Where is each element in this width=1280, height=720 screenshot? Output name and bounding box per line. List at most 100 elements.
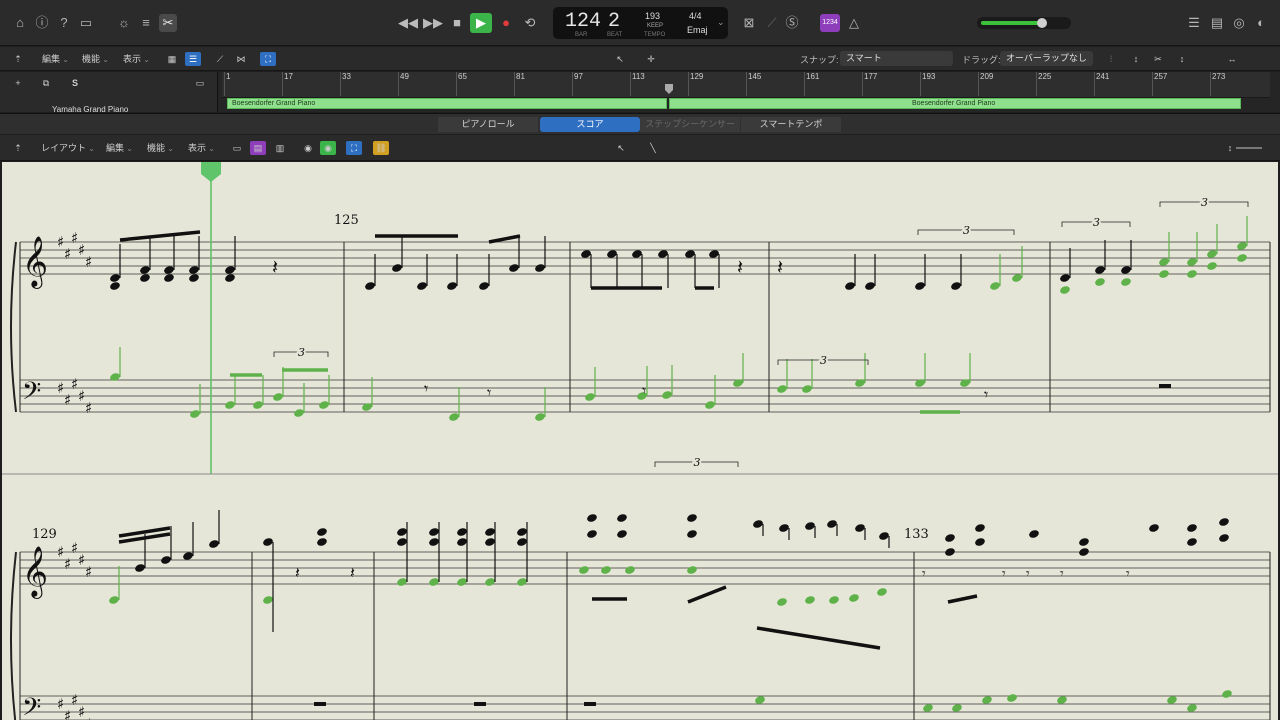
metronome-icon[interactable]: △ — [845, 14, 863, 32]
note-head — [397, 578, 407, 586]
add-track-icon[interactable]: + — [10, 76, 26, 90]
mixer-icon[interactable]: ≡ — [137, 14, 155, 32]
note-head — [945, 534, 955, 542]
up-arrow-icon[interactable]: ⇡ — [10, 52, 26, 66]
note-beam — [687, 585, 727, 604]
key-signature-sharp: ♯ — [64, 245, 71, 263]
cycle-icon[interactable]: ⟲ — [521, 13, 539, 33]
bar-ruler[interactable]: 1 17 33 49 65 81 97 113 129 145 161 177 193 209 225 241… — [222, 72, 1270, 98]
midi-out-icon[interactable]: ◉ — [320, 141, 336, 155]
note-head — [777, 598, 787, 606]
tuplet-label: 3 — [963, 224, 970, 237]
note-head — [517, 538, 527, 546]
score-functions-menu[interactable]: 機能 — [147, 141, 174, 155]
duplicate-track-icon[interactable]: ⧉ — [38, 76, 54, 90]
marquee-tool-icon[interactable]: ✛ — [643, 52, 659, 66]
tab-smart-tempo[interactable]: スマートテンポ — [741, 117, 841, 132]
key-signature-sharp: ♯ — [64, 391, 71, 409]
height-zoom-icon[interactable]: ↕ — [1174, 52, 1190, 66]
grid-view-icon[interactable]: ▦ — [164, 52, 180, 66]
note-head — [429, 528, 439, 536]
stop-icon[interactable]: ■ — [449, 13, 465, 33]
tab-piano-roll[interactable]: ピアノロール — [438, 117, 538, 132]
up-arrow-icon[interactable]: ⇡ — [10, 141, 26, 155]
key-signature-sharp: ♯ — [85, 715, 92, 720]
vertical-zoom-icon[interactable]: ↕ — [1128, 52, 1144, 66]
waveform-zoom-icon[interactable]: ⫶ — [1103, 52, 1119, 66]
lcd-chevron-icon[interactable]: ⌄ — [717, 17, 725, 28]
edit-menu[interactable]: 編集 — [42, 52, 69, 66]
solo-icon[interactable]: Ⓢ — [783, 14, 801, 32]
volume-knob[interactable] — [1037, 18, 1047, 28]
midi-in-icon[interactable]: ◉ — [300, 141, 316, 155]
pencil-tool-icon[interactable]: ╲ — [645, 141, 661, 155]
functions-menu[interactable]: 機能 — [82, 52, 109, 66]
key-signature-sharp: ♯ — [85, 399, 92, 417]
record-icon[interactable]: ● — [497, 13, 515, 33]
rest-icon: 𝄽 — [350, 563, 355, 582]
catch-icon[interactable]: ⛶ — [260, 52, 276, 66]
rewind-icon[interactable]: ◀◀ — [398, 13, 418, 33]
automation-icon[interactable]: ⟋ — [212, 52, 228, 66]
editors-icon[interactable]: ✂ — [159, 14, 177, 32]
note-head — [1029, 530, 1039, 538]
score-notation[interactable]: 𝄞𝄢♯♯♯♯♯♯♯♯♯♯125𝄽𝄽𝄽33333𝄾𝄾𝄾𝄾𝄞𝄢♯♯♯♯♯♯♯♯♯♯1… — [2, 162, 1278, 720]
replace-icon[interactable]: ⊠ — [740, 14, 758, 32]
drag-dropdown[interactable]: オーバーラップなし — [1000, 51, 1093, 66]
toolbar-icon[interactable]: ▭ — [77, 14, 95, 32]
linear-view-icon[interactable]: ▭ — [229, 141, 245, 155]
forward-icon[interactable]: ▶▶ — [423, 13, 443, 33]
note-head — [449, 413, 459, 421]
master-volume-slider[interactable] — [977, 17, 1071, 29]
layout-menu[interactable]: レイアウト — [41, 141, 95, 155]
score-view-menu[interactable]: 表示 — [188, 141, 215, 155]
score-catch-icon[interactable]: ⛶ — [346, 141, 362, 155]
note-head — [1187, 270, 1197, 278]
pointer-tool-icon[interactable]: ↖ — [612, 52, 628, 66]
snap-dropdown[interactable]: スマート — [840, 51, 953, 66]
tuplet-label: 3 — [694, 456, 701, 469]
tuner-icon[interactable]: ⟋ — [763, 14, 781, 32]
track-options-icon[interactable]: ▭ — [192, 76, 208, 90]
list-view-icon[interactable]: ☰ — [185, 52, 201, 66]
note-head — [705, 401, 715, 409]
browser-icon[interactable]: ◐ — [1252, 14, 1270, 32]
tab-score[interactable]: スコア — [540, 117, 640, 132]
loop-browser-icon[interactable]: ◎ — [1230, 14, 1248, 32]
inspector-icon[interactable]: ⓘ — [33, 14, 51, 32]
score-edit-menu[interactable]: 編集 — [106, 141, 133, 155]
note-head — [1219, 534, 1229, 542]
lcd-display[interactable]: 124 2 BAR BEAT 193 KEEP TEMPO 4/4 Emaj ⌄ — [553, 7, 728, 39]
horizontal-zoom-icon[interactable]: ↔ — [1224, 52, 1240, 66]
global-solo-button[interactable]: S — [67, 76, 83, 90]
tab-step-sequencer[interactable]: ステップシーケンサー — [640, 117, 740, 132]
play-icon[interactable]: ▶ — [470, 13, 492, 33]
count-in-badge[interactable]: 1234 — [820, 14, 840, 32]
note-head — [975, 538, 985, 546]
page-view-icon[interactable]: ▤ — [250, 141, 266, 155]
note-head — [753, 520, 763, 528]
note-head — [709, 250, 719, 258]
midi-region[interactable]: Boesendorfer Grand Piano — [669, 98, 1241, 109]
tuplet-label: 3 — [820, 354, 827, 367]
note-head — [317, 528, 327, 536]
note-head — [429, 578, 439, 586]
score-zoom-slider[interactable] — [1236, 147, 1262, 149]
scissor-icon[interactable]: ✂ — [1150, 52, 1166, 66]
note-head — [855, 524, 865, 532]
midi-region[interactable]: Boesendorfer Grand Piano — [227, 98, 667, 109]
ruler-mark: 161 — [803, 72, 820, 96]
track-header-area: + ⧉ S ▭ Yamaha Grand Piano — [0, 72, 218, 114]
note-head — [225, 274, 235, 282]
smart-controls-icon[interactable]: ☼ — [115, 14, 133, 32]
part-box-icon[interactable]: ▥ — [272, 141, 288, 155]
list-editors-icon[interactable]: ☰ — [1185, 14, 1203, 32]
library-icon[interactable]: ⌂ — [11, 14, 29, 32]
system-brace — [10, 241, 17, 413]
view-menu[interactable]: 表示 — [123, 52, 150, 66]
score-pointer-tool-icon[interactable]: ↖ — [613, 141, 629, 155]
link-icon[interactable]: ⛓ — [373, 141, 389, 155]
note-pad-icon[interactable]: ▤ — [1208, 14, 1226, 32]
help-icon[interactable]: ? — [55, 14, 73, 32]
flex-icon[interactable]: ⋈ — [233, 52, 249, 66]
